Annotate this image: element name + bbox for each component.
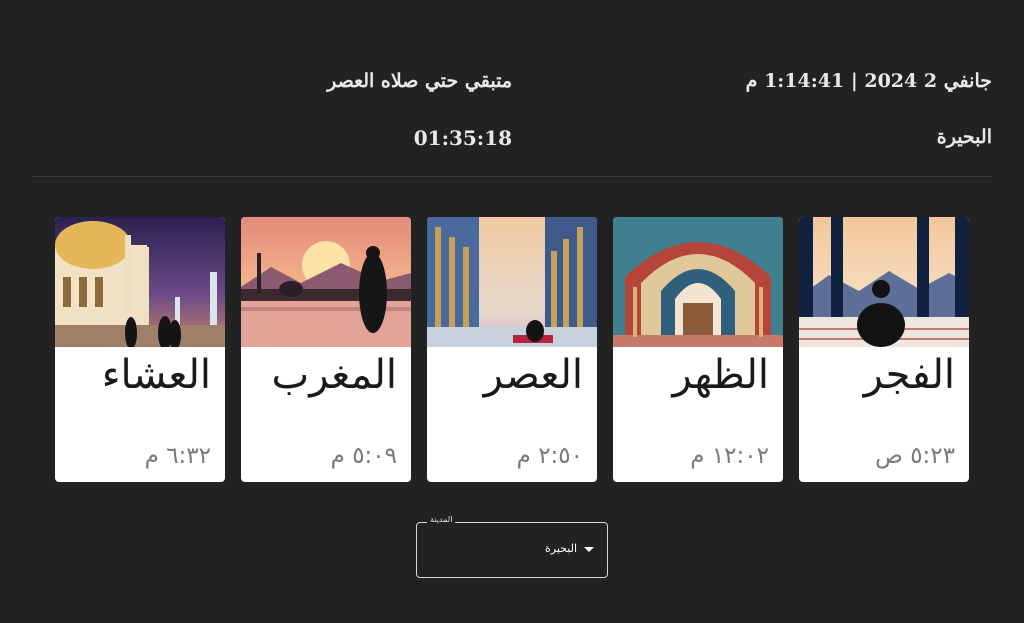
prayer-card-asr: العصر ٢:٥٠ م [427,217,597,482]
prayer-time-asr: ٢:٥٠ م [516,443,583,469]
prayer-time-maghrib: ٥:٠٩ م [330,443,397,469]
prayer-time-isha: ٦:٣٢ م [144,443,211,469]
isha-night-mosque-image [55,217,225,347]
prayer-countdown: 01:35:18 [413,126,512,150]
asr-mosque-colonnade-image [427,217,597,347]
prayer-name-maghrib: المغرب [271,352,397,398]
prayer-card-maghrib: المغرب ٥:٠٩ م [241,217,411,482]
prayer-card-isha: العشاء ٦:٣٢ م [55,217,225,482]
fajr-praying-silhouette-image [799,217,969,347]
selected-city-name: البحيرة [936,126,992,148]
chevron-down-icon[interactable] [584,547,594,552]
prayer-time-dhuhr: ١٢:٠٢ م [690,443,769,469]
prayer-cards: العشاء ٦:٣٢ م المغرب ٥:٠٩ م العصر ٢:٥٠ م… [55,217,969,482]
prayer-name-dhuhr: الظهر [672,352,769,398]
current-date-time: جانفي 2 2024 | 1:14:41 م [745,70,992,92]
prayer-name-asr: العصر [483,352,583,398]
prayer-time-fajr: ٥:٢٣ ص [875,443,955,469]
remaining-until-prayer-label: متبقي حتي صلاه العصر [327,70,512,92]
prayer-card-fajr: الفجر ٥:٢٣ ص [799,217,969,482]
city-select-label: المدينة [427,515,456,524]
header-divider [32,176,992,177]
maghrib-sunset-silhouette-image [241,217,411,347]
prayer-times-page: جانفي 2 2024 | 1:14:41 م متبقي حتي صلاه … [0,0,1024,623]
prayer-card-dhuhr: الظهر ١٢:٠٢ م [613,217,783,482]
prayer-name-fajr: الفجر [863,352,955,398]
dhuhr-mosque-arch-image [613,217,783,347]
city-select-value: البحيرة [545,542,577,555]
prayer-name-isha: العشاء [101,352,211,398]
city-select[interactable]: المدينة البحيرة [416,515,608,578]
